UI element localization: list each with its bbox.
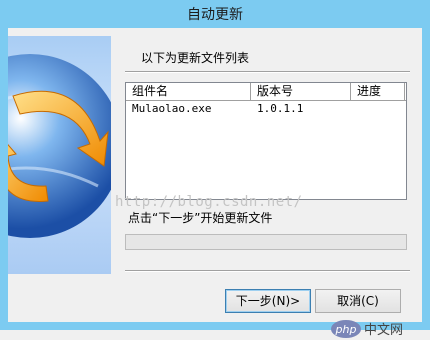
window-title: 自动更新 <box>187 7 243 23</box>
column-header-component[interactable]: 组件名 <box>126 83 251 100</box>
file-list-heading: 以下为更新文件列表 <box>141 51 250 65</box>
top-separator <box>125 71 410 73</box>
table-row[interactable]: Mulaolao.exe 1.0.1.1 <box>126 101 406 117</box>
title-bar[interactable]: 自动更新 <box>0 0 430 28</box>
version-cell: 1.0.1.1 <box>257 102 304 115</box>
dialog-body: 以下为更新文件列表 组件名 版本号 进度 Mulaolao.exe 1.0.1.… <box>8 28 422 338</box>
component-name-cell: Mulaolao.exe <box>132 102 212 115</box>
svg-text:中文网: 中文网 <box>364 323 403 338</box>
column-header-progress[interactable]: 进度 <box>351 83 405 100</box>
cancel-button[interactable]: 取消(C) <box>315 289 401 313</box>
next-button[interactable]: 下一步(N)> <box>225 289 311 313</box>
instruction-text: 点击“下一步”开始更新文件 <box>128 211 273 225</box>
php-logo: php 中文网 <box>331 320 403 338</box>
update-dialog: 自动更新 以下为更新文件列表 组件名 版本号 进度 Mulaolao.exe 1… <box>0 0 430 338</box>
window-frame-left <box>0 28 8 330</box>
column-header-version[interactable]: 版本号 <box>251 83 351 100</box>
globe-arrows-icon <box>8 54 111 238</box>
update-progress-bar <box>125 234 407 250</box>
watermark-url: http://blog.csdn.net/ <box>115 194 303 210</box>
update-file-list[interactable]: 组件名 版本号 进度 Mulaolao.exe 1.0.1.1 <box>125 82 407 200</box>
update-globe-banner <box>8 36 111 274</box>
list-header: 组件名 版本号 进度 <box>126 83 406 101</box>
window-frame-right <box>422 28 430 330</box>
bottom-separator <box>125 270 410 272</box>
